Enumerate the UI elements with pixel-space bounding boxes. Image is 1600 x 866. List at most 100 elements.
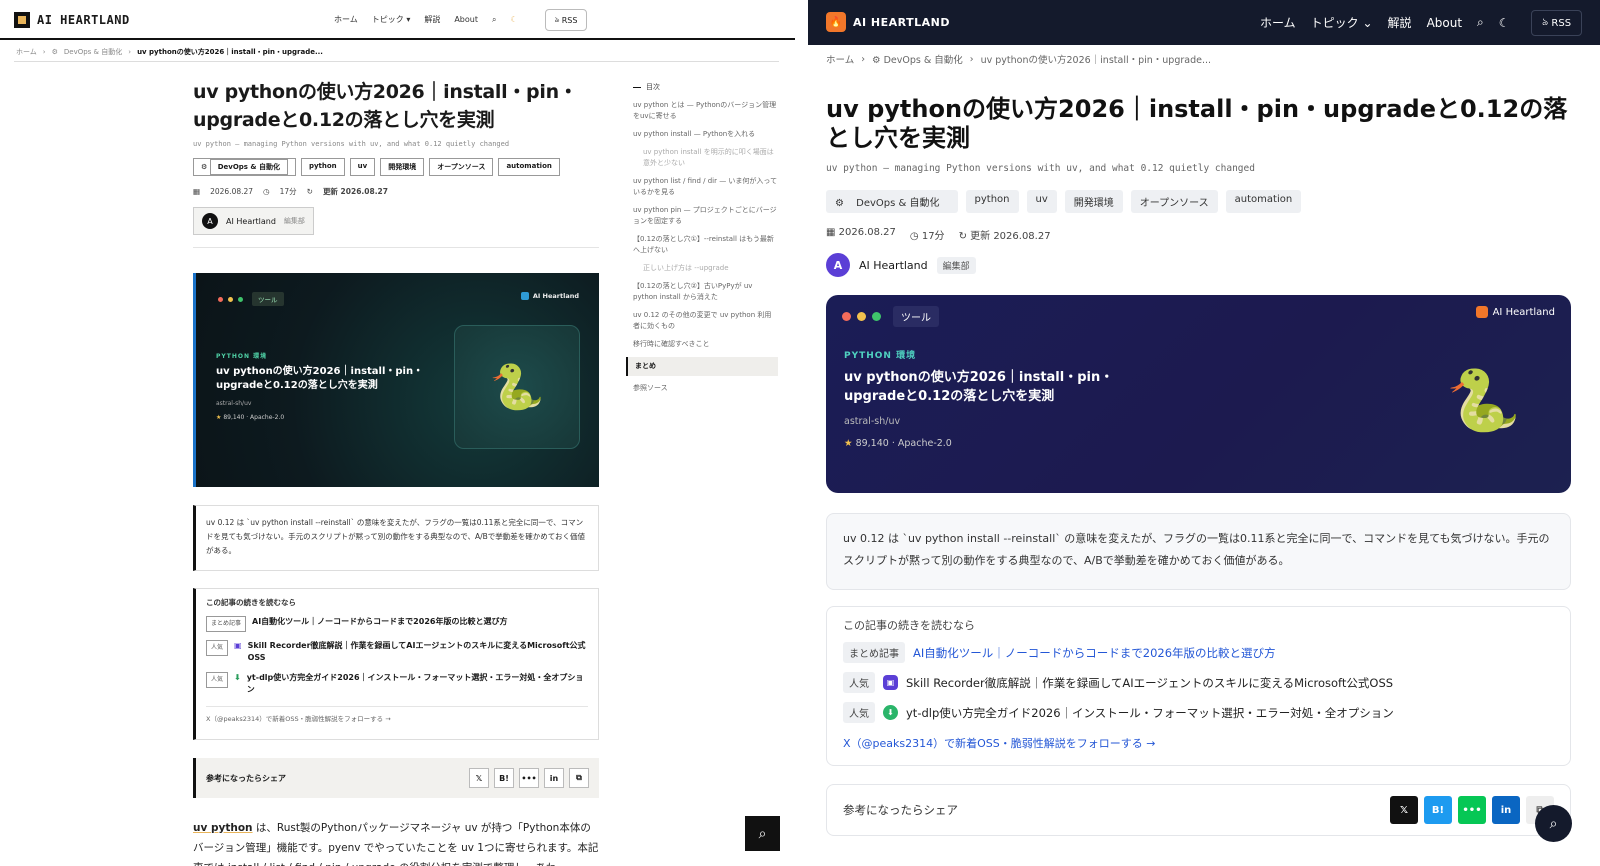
tag[interactable]: 開発環境 (380, 158, 425, 176)
toc-item[interactable]: uv python list / find / dir — いま何が入っているか… (633, 176, 778, 198)
follow-link[interactable]: X（@peaks2314）で新着OSS・脆弱性解説をフォローする → (843, 735, 1554, 751)
hero-image: ツール AI Heartland PYTHON 環境 uv pythonの使い方… (193, 273, 599, 487)
updated-date: 更新 2026.08.27 (970, 231, 1051, 242)
nav-home[interactable]: ホーム (1260, 14, 1296, 31)
refresh-icon: ↻ (958, 231, 967, 242)
toc-item[interactable]: 【0.12の落とし穴①】--reinstall はもう最新へ上げない (633, 234, 778, 256)
badge: まとめ記事 (843, 642, 905, 663)
nav-topics[interactable]: トピック ⌄ (1311, 14, 1373, 31)
search-icon[interactable]: ⌕ (1477, 15, 1484, 30)
download-icon: ⬇ (234, 673, 241, 682)
list-item[interactable]: まとめ記事 AI自動化ツール｜ノーコードからコードまで2026年版の比較と選び方 (206, 616, 588, 632)
hero-tag: ツール (893, 306, 939, 327)
nav-topics-label: トピック (1310, 16, 1359, 30)
tag[interactable]: uv (349, 158, 376, 176)
toc-item[interactable]: 参照ソース (633, 383, 778, 394)
item-link[interactable]: AI自動化ツール｜ノーコードからコードまで2026年版の比較と選び方 (252, 616, 507, 628)
toc-item[interactable]: uv python とは — Pythonのバージョン管理をuvに寄せる (633, 100, 778, 122)
list-item[interactable]: 人気 ⬇ yt-dlp使い方完全ガイド2026｜インストール・フォーマット選択・エラ… (206, 672, 588, 696)
list-item[interactable]: 人気 ⬇ yt-dlp使い方完全ガイド2026｜インストール・フォーマット選択・エラ… (843, 702, 1554, 723)
item-link[interactable]: AI自動化ツール｜ノーコードからコードまで2026年版の比較と選び方 (913, 645, 1276, 661)
breadcrumb: ホーム › ⚙ DevOps & 自動化 › uv pythonの使い方2026｜in… (16, 47, 323, 57)
nav-about[interactable]: About (1427, 16, 1462, 30)
line-share-icon[interactable]: ••• (1458, 796, 1486, 824)
breadcrumb-category: DevOps & 自動化 (883, 55, 963, 66)
site-logo[interactable]: 🔥 AI HEARTLAND (826, 12, 950, 32)
site-name: AI HEARTLAND (853, 15, 951, 29)
tag[interactable]: uv (1026, 190, 1057, 213)
header: AI HEARTLAND ホーム トピック ▾ 解説 About ⌕ ☾ ৯ RS… (0, 0, 795, 40)
toc-item[interactable]: uv 0.12 のその他の変更で uv python 利用者に効くもの (633, 310, 778, 332)
search-icon[interactable]: ⌕ (492, 15, 496, 25)
author-card[interactable]: A AI Heartland 編集部 (193, 207, 314, 235)
star-icon: ★ (844, 438, 853, 449)
tag-label: DevOps & 自動化 (209, 159, 288, 175)
tag[interactable]: オープンソース (1130, 190, 1218, 213)
tag[interactable]: python (300, 158, 345, 176)
dark-header-view: 🔥 AI HEARTLAND ホーム トピック ⌄ 解説 About ⌕ ☾ ৯R… (808, 0, 1600, 866)
list-item[interactable]: 人気 ▣ Skill Recorder徹底解説｜作業を録画してAIエージェントのスキ… (843, 672, 1554, 693)
tag[interactable]: python (965, 190, 1019, 213)
list-item[interactable]: 人気 ▣ Skill Recorder徹底解説｜作業を録画してAIエージェントのスキ… (206, 640, 588, 664)
toc-heading: 目次 (633, 82, 778, 92)
item-link[interactable]: Skill Recorder徹底解説｜作業を録画してAIエージェントのスキルに変… (248, 640, 588, 664)
tag[interactable]: automation (1225, 190, 1302, 213)
follow-link[interactable]: X（@peaks2314）で新着OSS・脆弱性解説をフォローする → (206, 706, 588, 723)
linkedin-share-icon[interactable]: in (544, 768, 564, 788)
search-icon: ⌕ (758, 825, 767, 842)
tag[interactable]: オープンソース (429, 158, 494, 176)
x-share-icon[interactable]: 𝕏 (1390, 796, 1418, 824)
hatena-share-icon[interactable]: B! (494, 768, 514, 788)
x-share-icon[interactable]: 𝕏 (469, 768, 489, 788)
item-link[interactable]: Skill Recorder徹底解説｜作業を録画してAIエージェントのスキルに変… (906, 675, 1393, 691)
clock-icon: ◷ (263, 187, 270, 196)
nav-home[interactable]: ホーム (334, 14, 358, 25)
line-share-icon[interactable]: ••• (519, 768, 539, 788)
breadcrumb-home[interactable]: ホーム (826, 52, 854, 66)
nav-about[interactable]: About (454, 15, 478, 24)
dot-yellow (228, 296, 233, 302)
rss-button[interactable]: ৯ RSS (1531, 10, 1582, 36)
nav-topics[interactable]: トピック ▾ (372, 14, 411, 25)
author-name: AI Heartland (859, 258, 928, 272)
toc-subitem[interactable]: 正しい上げ方は --upgrade (633, 263, 778, 274)
share-label: 参考になったらシェア (843, 803, 958, 817)
moon-icon[interactable]: ☾ (1499, 16, 1510, 30)
rss-icon: ৯ (1541, 16, 1549, 28)
author-card[interactable]: A AI Heartland 編集部 (826, 253, 1571, 277)
linkedin-share-icon[interactable]: in (1492, 796, 1520, 824)
toc-item[interactable]: 移行時に確認すべきこと (633, 339, 778, 350)
hatena-share-icon[interactable]: B! (1424, 796, 1452, 824)
breadcrumb-home[interactable]: ホーム (16, 47, 37, 57)
item-link[interactable]: yt-dlp使い方完全ガイド2026｜インストール・フォーマット選択・エラー対処… (247, 672, 588, 696)
search-fab[interactable]: ⌕ (745, 816, 780, 851)
toc-item[interactable]: uv python install — Pythonを入れる (633, 129, 778, 140)
dot-green (872, 312, 881, 321)
toc-subitem[interactable]: uv python install を明示的に叩く場面は意外と少ない (633, 147, 778, 169)
hero-brand: AI Heartland (520, 292, 579, 300)
list-item[interactable]: まとめ記事 AI自動化ツール｜ノーコードからコードまで2026年版の比較と選び方 (843, 642, 1554, 663)
site-logo[interactable]: AI HEARTLAND (14, 12, 130, 28)
gear-icon: ⚙ (51, 48, 58, 56)
hero-brand-label: AI Heartland (1492, 306, 1555, 318)
moon-icon[interactable]: ☾ (510, 15, 517, 24)
toc-item-active[interactable]: まとめ (626, 357, 778, 376)
search-fab[interactable]: ⌕ (1535, 805, 1572, 842)
page-title: uv pythonの使い方2026｜install・pin・upgradeと0.… (826, 95, 1568, 152)
copy-link-icon[interactable]: ⧉ (569, 768, 589, 788)
nav-explain[interactable]: 解説 (1388, 14, 1412, 31)
toc-item[interactable]: uv python pin — プロジェクトごとにバージョンを固定する (633, 205, 778, 227)
tag[interactable]: ⚙ DevOps & 自動化 (826, 190, 958, 213)
nav-explain[interactable]: 解説 (424, 14, 440, 25)
rss-button[interactable]: ৯ RSS (545, 9, 587, 31)
tag[interactable]: ⚙ DevOps & 自動化 (193, 158, 296, 176)
toc-item[interactable]: 【0.12の落とし穴②】古いPyPyが uv python install から… (633, 281, 778, 303)
tag[interactable]: automation (498, 158, 560, 176)
item-link[interactable]: yt-dlp使い方完全ガイド2026｜インストール・フォーマット選択・エラー対処… (906, 705, 1394, 721)
author-role: 編集部 (283, 217, 305, 225)
tag[interactable]: 開発環境 (1064, 190, 1123, 213)
refresh-icon: ↻ (306, 187, 313, 196)
breadcrumb-category-link[interactable]: ⚙ DevOps & 自動化 (872, 52, 963, 66)
breadcrumb-category[interactable]: DevOps & 自動化 (64, 47, 122, 57)
updated-wrap: ↻ 更新 2026.08.27 (959, 227, 1051, 242)
